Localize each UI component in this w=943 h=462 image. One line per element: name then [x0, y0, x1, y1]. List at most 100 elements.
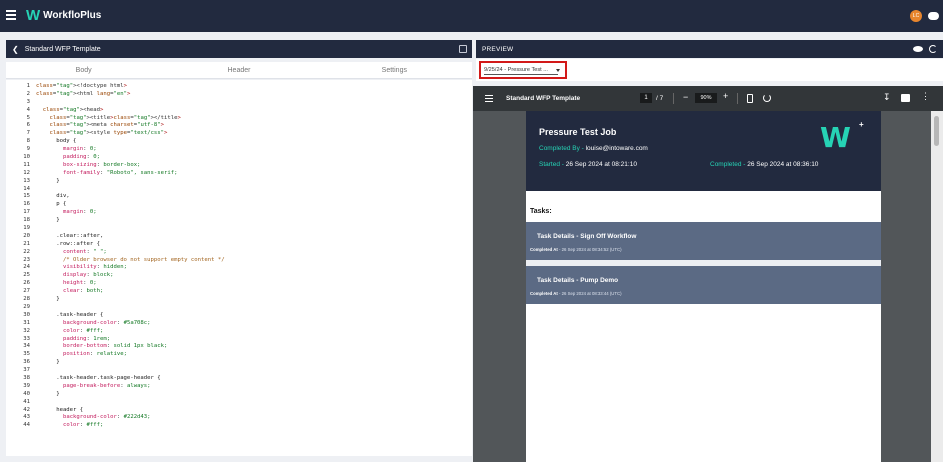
code-line[interactable]: /* Older browser do not support empty co… [36, 257, 225, 265]
job-select-dropdown[interactable]: 9/25/24 - Pressure Test ... [479, 61, 567, 79]
code-line[interactable]: class="tag"><head> [36, 107, 225, 115]
more-options-icon[interactable]: ⋮ [921, 91, 930, 102]
scrollbar-thumb[interactable] [934, 116, 939, 146]
code-line[interactable]: p { [36, 201, 225, 209]
code-line[interactable]: color: #fff; [36, 422, 225, 430]
caret-down-icon [556, 69, 560, 72]
completed-by-value: louise@intoware.com [585, 145, 648, 152]
line-number: 11 [23, 161, 30, 168]
code-line[interactable]: page-break-before: always; [36, 383, 225, 391]
task-completed-at-label: Completed At [530, 247, 558, 252]
zoom-level-input[interactable]: 90% [695, 93, 717, 103]
select-underline [484, 74, 558, 75]
pdf-scrollbar[interactable] [931, 111, 943, 462]
code-line[interactable]: .task-header { [36, 312, 225, 320]
line-number: 4 [26, 106, 30, 113]
code-line[interactable] [36, 399, 225, 407]
code-line[interactable]: box-sizing: border-box; [36, 162, 225, 170]
code-line[interactable]: clear: both; [36, 288, 225, 296]
line-number: 37 [23, 367, 30, 374]
page-total: / 7 [656, 95, 664, 102]
code-line[interactable]: background-color: #5a708c; [36, 320, 225, 328]
code-line[interactable]: .row::after { [36, 241, 225, 249]
code-line[interactable]: class="tag"><!doctype html> [36, 83, 225, 91]
code-line[interactable]: font-family: "Roboto", sans-serif; [36, 170, 225, 178]
code-line[interactable]: class="tag"><meta charset="utf-8"> [36, 122, 225, 130]
zoom-out-icon[interactable]: − [683, 92, 688, 102]
tab-settings[interactable]: Settings [317, 62, 472, 78]
code-line[interactable]: height: 0; [36, 280, 225, 288]
tab-header[interactable]: Header [161, 62, 316, 78]
code-line[interactable]: visibility: hidden; [36, 264, 225, 272]
preview-header: PREVIEW [476, 40, 943, 58]
line-number: 35 [23, 351, 30, 358]
code-line[interactable]: body { [36, 138, 225, 146]
code-line[interactable]: background-color: #222d43; [36, 414, 225, 422]
save-icon[interactable] [459, 45, 467, 53]
line-number: 23 [23, 256, 30, 263]
toolbar-divider [737, 93, 738, 104]
code-area[interactable]: class="tag"><!doctype html> class="tag"><… [36, 83, 225, 430]
code-line[interactable]: content: " "; [36, 249, 225, 257]
back-chevron-icon[interactable]: ❮ [12, 45, 19, 54]
code-line[interactable] [36, 225, 225, 233]
code-line[interactable]: .task-header.task-page-header { [36, 375, 225, 383]
code-line[interactable]: margin: 0; [36, 209, 225, 217]
pdf-page: Pressure Test Job Completed By - louise@… [526, 111, 881, 462]
hamburger-menu-icon[interactable] [6, 10, 16, 20]
started-label: Started - [539, 161, 566, 168]
code-line[interactable] [36, 186, 225, 194]
page-number-input[interactable]: 1 [640, 93, 652, 103]
code-line[interactable]: } [36, 391, 225, 399]
tab-body[interactable]: Body [6, 62, 161, 78]
eye-icon[interactable] [913, 46, 923, 52]
code-line[interactable]: } [36, 178, 225, 186]
line-number: 44 [23, 422, 30, 429]
download-icon[interactable]: ↧ [883, 92, 891, 103]
fit-page-icon[interactable] [747, 94, 753, 103]
line-number: 38 [23, 374, 30, 381]
pdf-menu-icon[interactable] [485, 95, 493, 102]
print-icon[interactable] [901, 94, 910, 102]
code-line[interactable]: margin: 0; [36, 146, 225, 154]
code-line[interactable]: class="tag"><html lang="en"> [36, 91, 225, 99]
brand-name: WorkfloPlus [43, 10, 102, 21]
line-number: 28 [23, 296, 30, 303]
code-line[interactable]: header { [36, 407, 225, 415]
zoom-in-icon[interactable]: + [723, 91, 728, 101]
line-number: 24 [23, 264, 30, 271]
top-bar: W WorkfloPlus LC [0, 0, 943, 32]
code-line[interactable]: position: relative; [36, 351, 225, 359]
code-line[interactable] [36, 304, 225, 312]
refresh-icon[interactable] [929, 45, 937, 53]
code-line[interactable]: border-bottom: solid 1px black; [36, 343, 225, 351]
code-editor[interactable]: 1 2 3 4 5 6 7 8 9 10 11 12 13 14 15 16 17 18 19 20 21 22 23 24 2… [6, 80, 472, 456]
line-number: 16 [23, 201, 30, 208]
job-title: Pressure Test Job [539, 127, 617, 137]
line-number: 21 [23, 240, 30, 247]
code-line[interactable]: } [36, 359, 225, 367]
code-line[interactable]: display: block; [36, 272, 225, 280]
code-line[interactable]: } [36, 296, 225, 304]
code-line[interactable]: } [36, 217, 225, 225]
code-line[interactable]: div, [36, 193, 225, 201]
code-line[interactable]: class="tag"><title>class="tag"></title> [36, 115, 225, 123]
pdf-toolbar: Standard WFP Template 1 / 7 − 90% + ↧ ⋮ [473, 86, 943, 111]
line-number: 29 [23, 303, 30, 310]
code-line[interactable]: padding: 1rem; [36, 336, 225, 344]
task-completed-at-value: - 26 Sep 2024 at 08:34:52 (UTC) [557, 247, 622, 252]
job-select-bar: 9/25/24 - Pressure Test ... [476, 59, 943, 81]
line-number: 25 [23, 272, 30, 279]
line-number: 8 [26, 138, 30, 145]
code-line[interactable]: .clear::after, [36, 233, 225, 241]
cloud-icon[interactable] [928, 12, 939, 20]
code-line[interactable]: padding: 0; [36, 154, 225, 162]
avatar[interactable]: LC [910, 10, 922, 22]
code-line[interactable] [36, 99, 225, 107]
rotate-icon[interactable] [763, 94, 771, 102]
started-value: 26 Sep 2024 at 08:21:10 [565, 161, 637, 168]
code-line[interactable]: class="tag"><style type="text/css"> [36, 130, 225, 138]
code-line[interactable]: color: #fff; [36, 328, 225, 336]
line-number-gutter: 1 2 3 4 5 6 7 8 9 10 11 12 13 14 15 16 17 18 19 20 21 22 23 24 2… [6, 83, 30, 430]
code-line[interactable] [36, 367, 225, 375]
